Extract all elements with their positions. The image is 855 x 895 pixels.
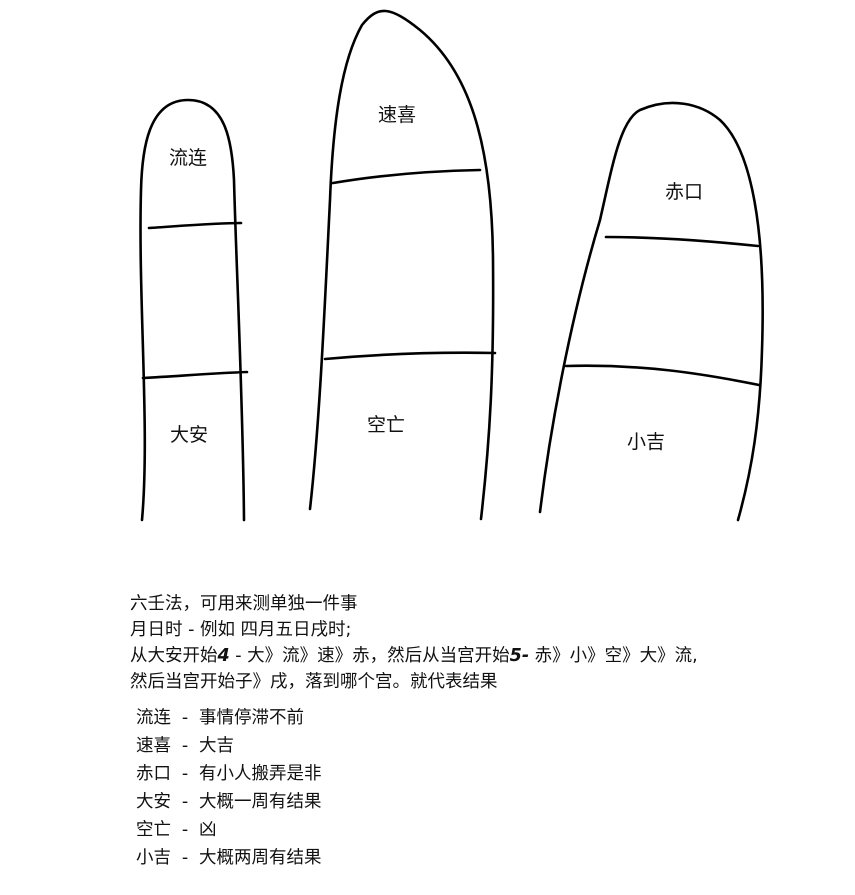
palace-name: 空亡 <box>136 820 171 840</box>
palace-meaning: 大概两周有结果 <box>199 848 322 868</box>
palace-meanings-list: 流连 - 事情停滞不前 速喜 - 大吉 赤口 - 有小人搬弄是非 大安 - 大概一周有结果 空亡… <box>136 704 322 872</box>
palace-name: 大安 <box>136 792 171 812</box>
notes-line-3e: 赤》小》空》大》流, <box>529 646 698 666</box>
ring-finger-crease-lower <box>564 364 761 387</box>
separator: - <box>181 764 189 784</box>
notes-line-3-count-b: 5- <box>509 646 530 666</box>
index-finger-top-label: 流连 <box>169 147 208 169</box>
notes-line-3: 从大安开始4 - 大》流》速》赤，然后从当宫开始5- 赤》小》空》大》流, <box>130 643 698 669</box>
middle-finger-crease-lower <box>323 351 497 361</box>
palace-meaning: 有小人搬弄是非 <box>199 764 322 784</box>
notes-line-3a: 从大安开始 <box>130 646 218 666</box>
palace-meaning: 大概一周有结果 <box>199 792 322 812</box>
notes-line-4: 然后当宫开始子》戌，落到哪个宫。就代表结果 <box>130 672 498 692</box>
finger-sketch <box>139 9 764 522</box>
palace-meaning: 事情停滞不前 <box>199 708 304 728</box>
notes-line-3c: - 大》流》速》赤，然后从当宫开始 <box>229 646 510 666</box>
ring-finger-top-label: 赤口 <box>665 181 704 203</box>
palace-meaning: 凶 <box>199 820 217 840</box>
list-item: 速喜 - 大吉 <box>136 732 322 760</box>
notes-line-2: 月日时 - 例如 四月五日戌时; <box>130 620 352 640</box>
ring-finger-crease-upper <box>604 235 760 248</box>
separator: - <box>181 792 189 812</box>
separator: - <box>181 708 189 728</box>
middle-finger-bottom-label: 空亡 <box>367 414 406 436</box>
palace-name: 小吉 <box>136 848 171 868</box>
separator: - <box>181 820 189 840</box>
palace-name: 速喜 <box>136 736 171 756</box>
middle-finger-crease-upper <box>331 168 482 185</box>
method-notes: 六壬法，可用来测单独一件事 月日时 - 例如 四月五日戌时; 从大安开始4 - … <box>130 591 698 695</box>
palace-name: 赤口 <box>136 764 171 784</box>
index-finger-crease-lower <box>141 370 249 380</box>
separator: - <box>181 736 189 756</box>
index-finger-crease-upper <box>147 221 243 230</box>
notes-line-3-count-a: 4 <box>217 646 230 666</box>
palace-meaning: 大吉 <box>199 736 234 756</box>
separator: - <box>181 848 189 868</box>
middle-finger-outline <box>308 9 495 521</box>
palace-name: 流连 <box>136 708 171 728</box>
index-finger-bottom-label: 大安 <box>170 424 209 446</box>
ring-finger-bottom-label: 小吉 <box>627 431 666 453</box>
list-item: 大安 - 大概一周有结果 <box>136 788 322 816</box>
ring-finger-outline <box>538 101 764 522</box>
list-item: 空亡 - 凶 <box>136 816 322 844</box>
list-item: 赤口 - 有小人搬弄是非 <box>136 760 322 788</box>
middle-finger-top-label: 速喜 <box>378 104 417 126</box>
notes-line-1: 六壬法，可用来测单独一件事 <box>130 594 358 614</box>
list-item: 小吉 - 大概两周有结果 <box>136 844 322 872</box>
list-item: 流连 - 事情停滞不前 <box>136 704 322 732</box>
